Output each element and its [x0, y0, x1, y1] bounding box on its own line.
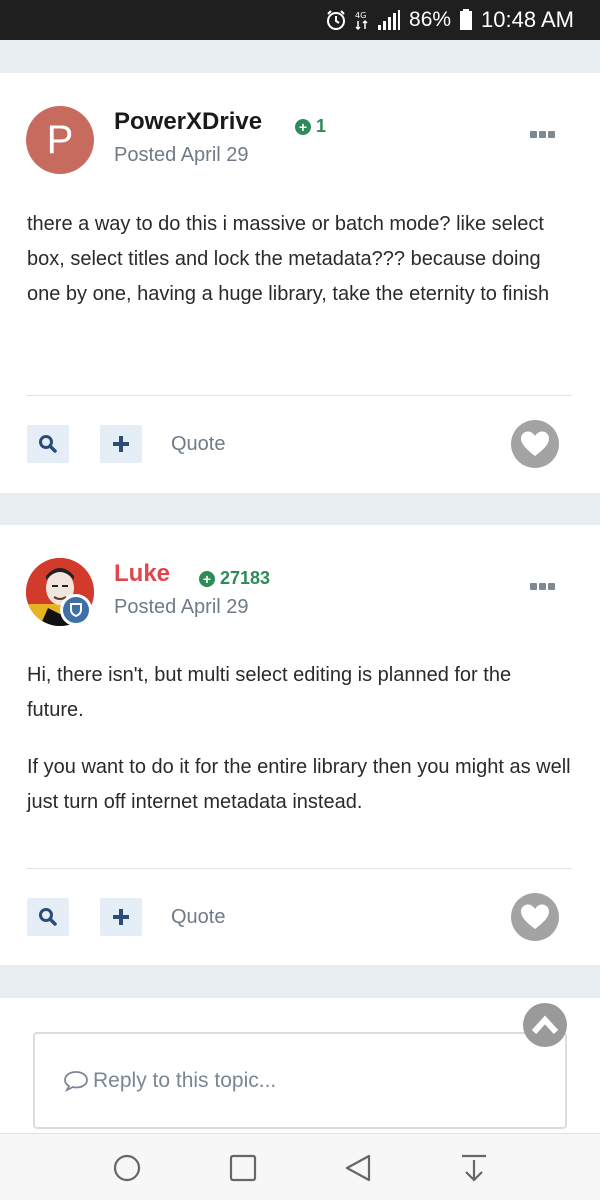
recent-apps-button[interactable]: [227, 1152, 259, 1184]
quote-button[interactable]: Quote: [171, 906, 225, 929]
network-4g-icon: 4G: [355, 9, 369, 31]
quote-button[interactable]: Quote: [171, 433, 225, 456]
reply-placeholder: Reply to this topic...: [93, 1068, 277, 1092]
post-paragraph: Hi, there isn't, but multi select editin…: [27, 664, 512, 721]
plus-icon: [113, 909, 129, 925]
reply-input[interactable]: Reply to this topic...: [33, 1032, 567, 1129]
post-content: Hi, there isn't, but multi select editin…: [27, 658, 572, 842]
reputation-count: 1: [316, 116, 327, 136]
avatar-letter: P: [46, 117, 74, 162]
home-button[interactable]: [111, 1152, 143, 1184]
hide-keyboard-button[interactable]: [458, 1152, 490, 1184]
status-bar: 4G 86% 10:48 AM: [0, 0, 600, 40]
reputation-badge: + 27183: [199, 568, 270, 589]
post-content: there a way to do this i massive or batc…: [27, 207, 572, 334]
clock-time: 10:48 AM: [481, 7, 574, 32]
avatar[interactable]: P: [26, 106, 94, 174]
moderator-badge: [60, 594, 92, 626]
search-button[interactable]: [27, 898, 69, 936]
author-name[interactable]: PowerXDrive: [114, 108, 262, 136]
system-navigation-bar: [0, 1133, 600, 1200]
post-paragraph: there a way to do this i massive or batc…: [27, 213, 550, 305]
heart-icon: [521, 431, 549, 456]
back-triangle-icon: [345, 1154, 371, 1182]
like-button[interactable]: [511, 893, 559, 941]
multiquote-add-button[interactable]: [100, 898, 142, 936]
signal-strength-icon: [377, 9, 401, 31]
scroll-to-top-button[interactable]: [523, 1003, 567, 1047]
reply-section: Reply to this topic...: [0, 998, 600, 1133]
home-circle-icon: [113, 1154, 141, 1182]
divider: [27, 868, 572, 869]
more-options-icon[interactable]: [528, 583, 555, 590]
post-date[interactable]: Posted April 29: [114, 596, 249, 619]
speech-bubble-icon: [64, 1070, 88, 1092]
battery-percentage: 86%: [409, 8, 452, 31]
heart-icon: [521, 904, 549, 929]
plus-circle-icon: +: [199, 570, 215, 587]
chevron-up-icon: [531, 1015, 559, 1035]
post-paragraph: If you want to do it for the entire libr…: [27, 756, 571, 813]
search-icon: [39, 435, 57, 453]
back-button[interactable]: [342, 1152, 374, 1184]
plus-circle-icon: +: [295, 118, 311, 135]
square-icon: [229, 1154, 257, 1182]
reputation-badge: + 1: [295, 116, 326, 137]
search-button[interactable]: [27, 425, 69, 463]
down-arrow-bar-icon: [462, 1154, 486, 1182]
more-options-icon[interactable]: [528, 131, 555, 138]
author-name[interactable]: Luke: [114, 560, 170, 588]
alarm-clock-icon: [325, 9, 347, 31]
plus-icon: [113, 436, 129, 452]
search-icon: [39, 908, 57, 926]
battery-icon: [459, 9, 473, 31]
divider: [27, 395, 572, 396]
post: P PowerXDrive + 1 Posted April 29 there …: [0, 73, 600, 493]
post-date[interactable]: Posted April 29: [114, 144, 249, 167]
reputation-count: 27183: [220, 568, 271, 588]
shield-icon: [70, 603, 82, 617]
multiquote-add-button[interactable]: [100, 425, 142, 463]
svg-text:4G: 4G: [355, 11, 366, 20]
like-button[interactable]: [511, 420, 559, 468]
post: Luke + 27183 Posted April 29 Hi, there i…: [0, 525, 600, 965]
